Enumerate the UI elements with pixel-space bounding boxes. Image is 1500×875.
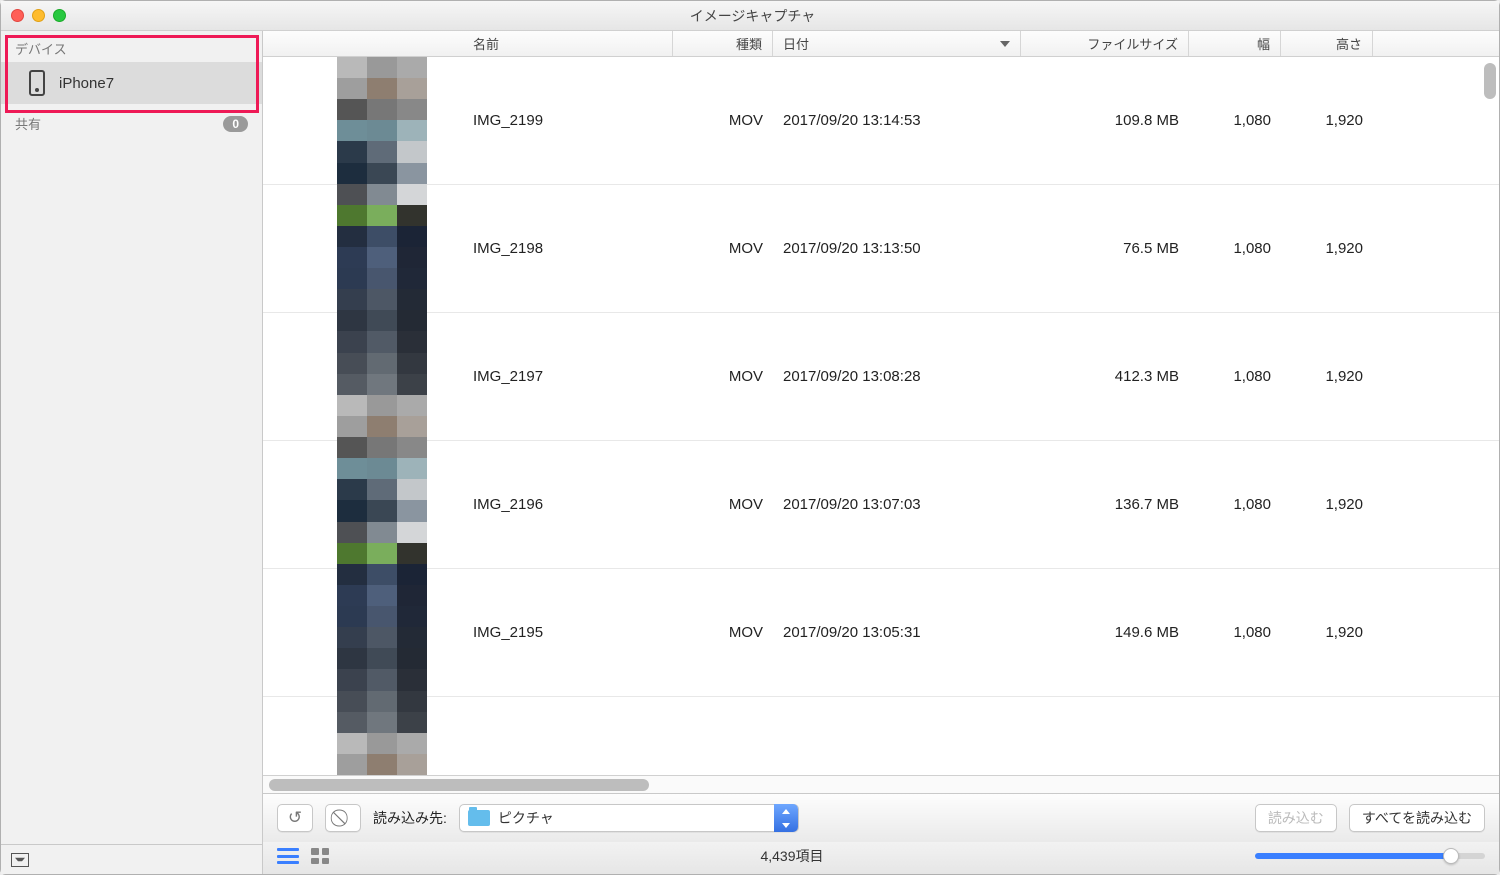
column-width-label: 幅 bbox=[1257, 34, 1270, 53]
cell-name: IMG_2199 bbox=[463, 112, 673, 129]
cell-height: 1,920 bbox=[1281, 240, 1373, 257]
slider-thumb[interactable] bbox=[1443, 848, 1459, 864]
minimize-icon[interactable] bbox=[32, 9, 45, 22]
close-icon[interactable] bbox=[11, 9, 24, 22]
table-row[interactable]: IMG_2197MOV2017/09/20 13:08:28412.3 MB1,… bbox=[263, 313, 1499, 441]
destination-value: ピクチャ bbox=[498, 808, 774, 828]
cell-kind: MOV bbox=[673, 240, 773, 257]
titlebar: イメージキャプチャ bbox=[1, 1, 1499, 31]
cell-size: 149.6 MB bbox=[1021, 624, 1189, 641]
delete-button[interactable]: ⃠ bbox=[325, 804, 361, 832]
share-label: 共有 bbox=[15, 114, 41, 133]
sidebar-section-devices: デバイス bbox=[1, 31, 262, 62]
cell-height: 1,920 bbox=[1281, 112, 1373, 129]
sidebar-section-shared[interactable]: 共有 0 bbox=[1, 104, 262, 143]
cell-kind: MOV bbox=[673, 368, 773, 385]
list-view-icon[interactable] bbox=[277, 848, 299, 864]
column-filesize-label: ファイルサイズ bbox=[1087, 34, 1178, 53]
column-height[interactable]: 高さ bbox=[1281, 31, 1373, 56]
table-body: IMG_2199MOV2017/09/20 13:14:53109.8 MB1,… bbox=[263, 57, 1499, 775]
cell-date: 2017/09/20 13:07:03 bbox=[773, 496, 1021, 513]
cell-date: 2017/09/20 13:08:28 bbox=[773, 368, 1021, 385]
share-count-badge: 0 bbox=[223, 116, 248, 132]
cell-width: 1,080 bbox=[1189, 368, 1281, 385]
phone-icon bbox=[29, 70, 45, 96]
select-stepper-icon bbox=[774, 804, 798, 832]
cell-width: 1,080 bbox=[1189, 624, 1281, 641]
column-width[interactable]: 幅 bbox=[1189, 31, 1281, 56]
sidebar-item-device[interactable]: iPhone7 bbox=[1, 62, 262, 104]
cell-width: 1,080 bbox=[1189, 240, 1281, 257]
chevron-down-icon bbox=[1000, 41, 1010, 47]
cell-kind: MOV bbox=[673, 624, 773, 641]
cell-date: 2017/09/20 13:14:53 bbox=[773, 112, 1021, 129]
toggle-info-icon[interactable] bbox=[11, 853, 29, 867]
main-panel: 名前 種類 日付 ファイルサイズ 幅 高さ IMG_2199MOV2017/09… bbox=[263, 31, 1499, 874]
table-row[interactable]: IMG_2198MOV2017/09/20 13:13:5076.5 MB1,0… bbox=[263, 185, 1499, 313]
column-thumbnail[interactable] bbox=[263, 31, 463, 56]
device-name: iPhone7 bbox=[59, 75, 114, 92]
window-title: イメージキャプチャ bbox=[76, 6, 1429, 26]
cell-date: 2017/09/20 13:13:50 bbox=[773, 240, 1021, 257]
window-controls bbox=[11, 9, 66, 22]
table-row[interactable]: IMG_2199MOV2017/09/20 13:14:53109.8 MB1,… bbox=[263, 57, 1499, 185]
column-kind-label: 種類 bbox=[736, 34, 762, 53]
cell-size: 76.5 MB bbox=[1021, 240, 1189, 257]
folder-icon bbox=[468, 810, 490, 826]
sidebar: デバイス iPhone7 共有 0 bbox=[1, 31, 263, 874]
cell-height: 1,920 bbox=[1281, 624, 1373, 641]
cell-name: IMG_2195 bbox=[463, 624, 673, 641]
thumbnail-zoom-slider[interactable] bbox=[1255, 853, 1485, 859]
cell-width: 1,080 bbox=[1189, 112, 1281, 129]
import-button[interactable]: 読み込む bbox=[1255, 804, 1337, 832]
cell-height: 1,920 bbox=[1281, 368, 1373, 385]
zoom-icon[interactable] bbox=[53, 9, 66, 22]
item-count-label: 4,439項目 bbox=[341, 846, 1243, 866]
cell-date: 2017/09/20 13:05:31 bbox=[773, 624, 1021, 641]
scrollbar-thumb[interactable] bbox=[1484, 63, 1496, 99]
cell-size: 136.7 MB bbox=[1021, 496, 1189, 513]
statusbar: 4,439項目 bbox=[263, 842, 1499, 874]
cell-name: IMG_2196 bbox=[463, 496, 673, 513]
cell-height: 1,920 bbox=[1281, 496, 1373, 513]
cell-kind: MOV bbox=[673, 496, 773, 513]
destination-select[interactable]: ピクチャ bbox=[459, 804, 799, 832]
sidebar-footer bbox=[1, 844, 262, 874]
table-row[interactable]: IMG_2195MOV2017/09/20 13:05:31149.6 MB1,… bbox=[263, 569, 1499, 697]
grid-view-icon[interactable] bbox=[311, 848, 329, 864]
cell-name: IMG_2198 bbox=[463, 240, 673, 257]
toolbar: ↺ ⃠ 読み込み先: ピクチャ 読み込む すべてを読み込む bbox=[263, 793, 1499, 842]
cell-size: 109.8 MB bbox=[1021, 112, 1189, 129]
scrollbar-thumb[interactable] bbox=[269, 779, 649, 791]
table-header: 名前 種類 日付 ファイルサイズ 幅 高さ bbox=[263, 31, 1499, 57]
column-filesize[interactable]: ファイルサイズ bbox=[1021, 31, 1189, 56]
import-to-label: 読み込み先: bbox=[373, 808, 447, 828]
rotate-button[interactable]: ↺ bbox=[277, 804, 313, 832]
cell-name: IMG_2197 bbox=[463, 368, 673, 385]
column-date[interactable]: 日付 bbox=[773, 31, 1021, 56]
thumbnail-strip bbox=[337, 57, 427, 775]
import-all-button[interactable]: すべてを読み込む bbox=[1349, 804, 1485, 832]
table-row[interactable]: IMG_2196MOV2017/09/20 13:07:03136.7 MB1,… bbox=[263, 441, 1499, 569]
column-kind[interactable]: 種類 bbox=[673, 31, 773, 56]
horizontal-scrollbar[interactable] bbox=[263, 775, 1499, 793]
column-name-label: 名前 bbox=[473, 34, 499, 53]
column-date-label: 日付 bbox=[783, 34, 809, 53]
column-name[interactable]: 名前 bbox=[463, 31, 673, 56]
app-window: イメージキャプチャ デバイス iPhone7 共有 0 名前 bbox=[0, 0, 1500, 875]
cell-size: 412.3 MB bbox=[1021, 368, 1189, 385]
vertical-scrollbar[interactable] bbox=[1481, 57, 1499, 775]
cell-kind: MOV bbox=[673, 112, 773, 129]
column-height-label: 高さ bbox=[1336, 34, 1362, 53]
cell-width: 1,080 bbox=[1189, 496, 1281, 513]
